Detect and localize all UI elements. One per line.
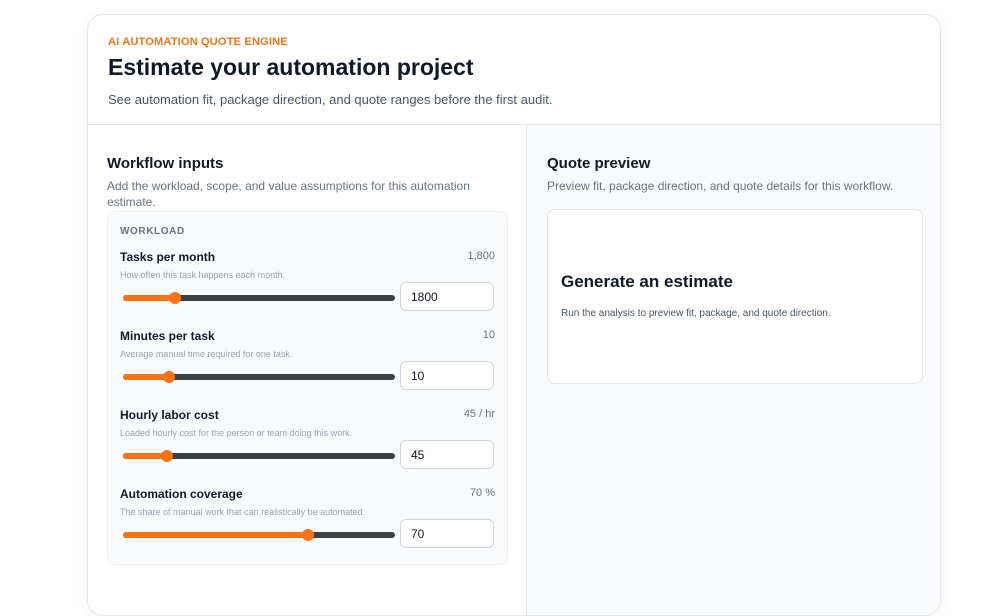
field-help-text: How often this task happens each month. (120, 270, 286, 280)
tasks-per-month-input[interactable] (400, 282, 494, 311)
hourly-labor-cost-slider[interactable] (123, 450, 395, 462)
slider-thumb[interactable] (301, 529, 314, 541)
workflow-inputs-panel: Workflow inputs Add the workload, scope,… (88, 125, 526, 615)
quote-preview-description: Preview fit, package direction, and quot… (547, 179, 894, 193)
field-label: Automation coverage (120, 487, 243, 501)
slider-fill (123, 532, 308, 538)
field-help-text: Loaded hourly cost for the person or tea… (120, 428, 353, 438)
page-header: AI AUTOMATION QUOTE ENGINE Estimate your… (88, 15, 940, 125)
workflow-inputs-title: Workflow inputs (107, 155, 224, 172)
field-label: Minutes per task (120, 329, 215, 343)
workflow-inputs-description: Add the workload, scope, and value assum… (107, 179, 470, 209)
field-value-readout: 1,800 (467, 250, 495, 262)
slider-thumb[interactable] (168, 292, 181, 304)
field-label: Tasks per month (120, 250, 216, 264)
empty-state-title: Generate an estimate (561, 272, 733, 291)
field-label: Hourly labor cost (120, 408, 219, 422)
slider-thumb[interactable] (163, 371, 176, 383)
quote-engine-card: AI AUTOMATION QUOTE ENGINE Estimate your… (87, 14, 941, 616)
eyebrow-label: AI AUTOMATION QUOTE ENGINE (108, 36, 288, 48)
slider-fill (123, 295, 175, 301)
quote-preview-title: Quote preview (547, 155, 651, 172)
field-automation-coverage: Automation coverage 70 % The share of ma… (120, 487, 495, 563)
field-tasks-per-month: Tasks per month 1,800 How often this tas… (120, 250, 495, 326)
minutes-per-task-input[interactable] (400, 361, 494, 390)
workload-group: WORKLOAD Tasks per month 1,800 How often… (107, 211, 508, 565)
field-minutes-per-task: Minutes per task 10 Average manual time … (120, 329, 495, 405)
field-hourly-labor-cost: Hourly labor cost 45 / hr Loaded hourly … (120, 408, 495, 484)
automation-coverage-slider[interactable] (123, 529, 395, 541)
quote-preview-panel: Quote preview Preview fit, package direc… (526, 125, 940, 615)
field-help-text: The share of manual work that can realis… (120, 507, 366, 517)
slider-thumb[interactable] (160, 450, 173, 462)
page-subtitle: See automation fit, package direction, a… (108, 92, 553, 107)
estimate-empty-state: Generate an estimate Run the analysis to… (547, 209, 923, 384)
minutes-per-task-slider[interactable] (123, 371, 395, 383)
tasks-per-month-slider[interactable] (123, 292, 395, 304)
automation-coverage-input[interactable] (400, 519, 494, 548)
hourly-labor-cost-input[interactable] (400, 440, 494, 469)
field-help-text: Average manual time required for one tas… (120, 349, 293, 359)
page-title: Estimate your automation project (108, 54, 474, 80)
workload-label: WORKLOAD (120, 226, 185, 237)
field-value-readout: 45 / hr (463, 408, 495, 420)
empty-state-description: Run the analysis to preview fit, package… (561, 308, 831, 319)
slider-fill (123, 453, 167, 459)
field-value-readout: 70 % (469, 487, 495, 499)
field-value-readout: 10 (482, 329, 495, 341)
